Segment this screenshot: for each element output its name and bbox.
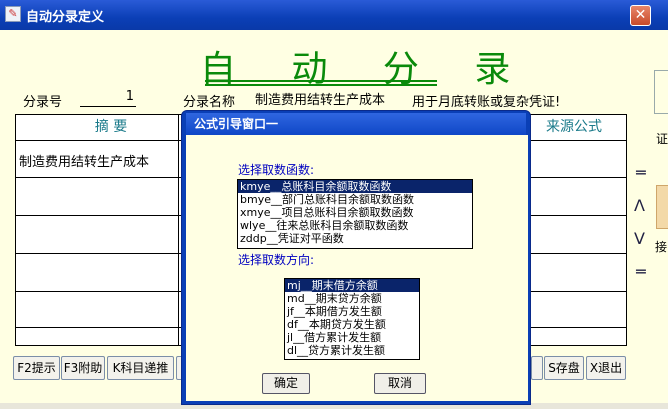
hidden-button-right[interactable] — [531, 356, 543, 380]
direction-label: 选择取数方向: — [238, 253, 315, 267]
function-option[interactable]: bmye__部门总账科目余额取数函数 — [238, 193, 472, 206]
f3-assist-button[interactable]: F3附助 — [61, 356, 105, 380]
title-underline-bottom — [205, 84, 437, 86]
scroll-top-icon[interactable]: ═ — [636, 163, 646, 182]
function-listbox[interactable]: kmye__总账科目余额取数函数 bmye__部门总账科目余额取数函数 xmye__… — [237, 179, 473, 249]
exit-button[interactable]: X退出 — [586, 356, 626, 380]
ok-button[interactable]: 确定 — [262, 373, 310, 394]
scroll-down-icon[interactable]: V — [634, 229, 645, 248]
side-shape — [656, 185, 668, 229]
direction-option[interactable]: dl__贷方累计发生额 — [285, 344, 419, 357]
scroll-up-icon[interactable]: Λ — [634, 196, 645, 215]
side-text-bottom: 接 — [655, 240, 668, 254]
grid-column-line — [178, 115, 179, 345]
window-titlebar: ✎ 自动分录定义 ✕ — [0, 0, 668, 30]
entry-name-label: 分录名称 — [183, 95, 236, 110]
entry-name-field[interactable]: 制造费用结转生产成本 — [255, 89, 401, 107]
function-option[interactable]: wlye__往来总账科目余额取数函数 — [238, 219, 472, 232]
grid-cell-summary[interactable]: 制造费用结转生产成本 — [19, 151, 149, 170]
side-text-top: 证 — [656, 132, 668, 146]
save-button[interactable]: S存盘 — [544, 356, 584, 380]
direction-option[interactable]: md__期末贷方余额 — [285, 292, 419, 305]
dialog-title: 公式引导窗口一 — [186, 113, 526, 135]
account-recursion-button[interactable]: K科目递推 — [107, 356, 174, 380]
cancel-button[interactable]: 取消 — [374, 373, 426, 394]
direction-listbox[interactable]: mj__期末借方余额 md__期末贷方余额 jf__本期借方发生额 df__本期贷方发… — [284, 278, 420, 360]
direction-option[interactable]: jf__本期借方发生额 — [285, 305, 419, 318]
formula-guide-dialog: 公式引导窗口一 选择取数函数: kmye__总账科目余额取数函数 bmye__部门… — [181, 110, 531, 405]
usage-hint: 用于月底转账或复杂凭证! — [412, 95, 561, 110]
entry-no-label: 分录号 — [23, 95, 63, 110]
direction-option[interactable]: df__本期贷方发生额 — [285, 318, 419, 331]
function-label: 选择取数函数: — [238, 163, 315, 177]
side-tab[interactable] — [654, 70, 668, 114]
entry-no-field[interactable]: 1 — [80, 89, 136, 107]
function-option[interactable]: kmye__总账科目余额取数函数 — [238, 180, 472, 193]
window-title: 自动分录定义 — [26, 10, 105, 25]
app-icon: ✎ — [5, 6, 21, 22]
scroll-bottom-icon[interactable]: ═ — [636, 262, 646, 281]
function-option[interactable]: xmye__项目总账科目余额取数函数 — [238, 206, 472, 219]
dialog-body: 选择取数函数: kmye__总账科目余额取数函数 bmye__部门总账科目余额取数… — [186, 135, 528, 401]
column-header-source: 来源公式 — [546, 119, 602, 135]
direction-option[interactable]: mj__期末借方余额 — [285, 279, 419, 292]
close-button[interactable]: ✕ — [630, 5, 651, 26]
title-underline-top — [205, 80, 437, 82]
function-option[interactable]: zddp__凭证对平函数 — [238, 232, 472, 245]
direction-option[interactable]: jl__借方累计发生额 — [285, 331, 419, 344]
f2-hint-button[interactable]: F2提示 — [13, 356, 60, 380]
